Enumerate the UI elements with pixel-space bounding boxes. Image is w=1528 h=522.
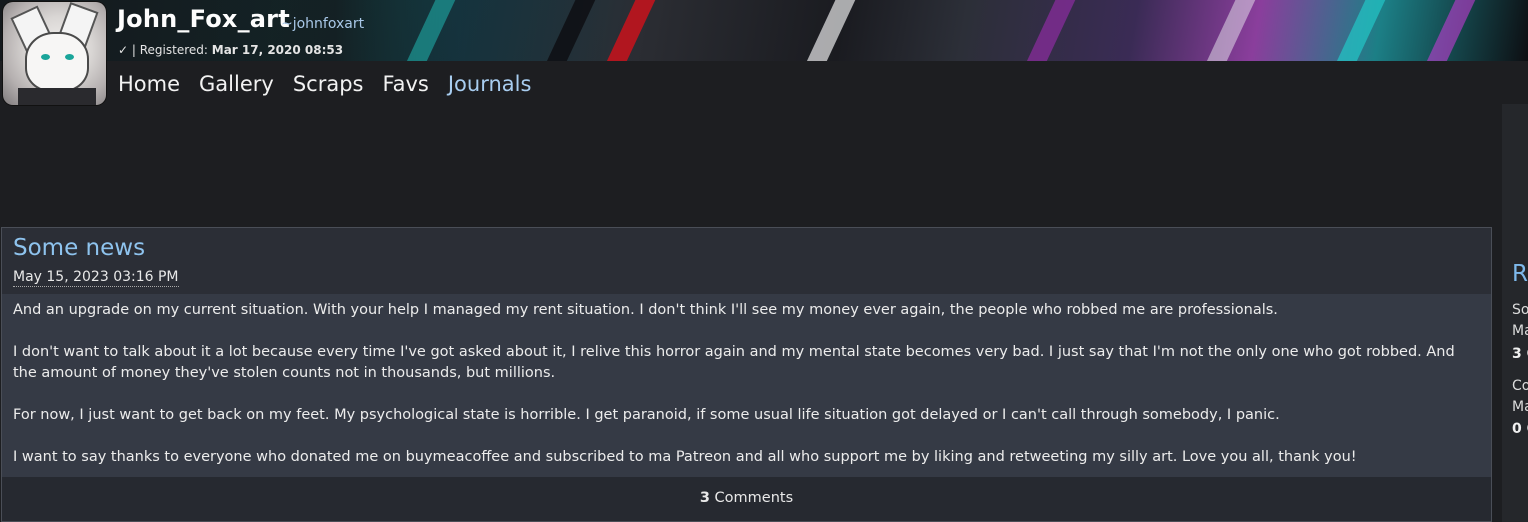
nav-scraps[interactable]: Scraps [293,72,364,102]
recent-journal-title[interactable]: Co [1512,378,1528,394]
comments-label: Comments [714,490,794,506]
profile-nav: Home Gallery Scraps Favs Journals [118,72,531,102]
banner-art [1421,0,1477,61]
journal-header: Some news May 15, 2023 03:16 PM [2,228,1491,294]
verified-check-icon: ✓ [118,43,129,57]
journal-paragraph: For now, I just want to get back on my f… [13,407,1280,423]
banner-art [601,0,657,61]
comments-link[interactable]: 3 Comments [2,490,1491,506]
nav-home[interactable]: Home [118,72,180,102]
avatar-eye [41,54,50,60]
journal-footer: 3 Comments [2,477,1491,521]
avatar-face [25,32,89,92]
recent-journal-comments[interactable]: 0 C [1512,421,1528,437]
recent-journal-date: Ma [1512,399,1528,415]
recent-journals-panel: Re So Ma 3 C Co Ma 0 C [1502,104,1528,522]
journal-title[interactable]: Some news [13,235,145,261]
banner-art [541,0,597,61]
journal-paragraph: I want to say thanks to everyone who don… [13,449,1357,465]
journal-card: Some news May 15, 2023 03:16 PM And an u… [1,227,1492,522]
user-handle: ~johnfoxart [281,16,365,32]
nav-journals[interactable]: Journals [448,72,532,102]
journal-paragraph: And an upgrade on my current situation. … [13,302,1278,318]
username[interactable]: John_Fox_art [117,5,290,33]
comment-count: 3 [699,490,710,506]
banner-art [1201,0,1257,61]
recent-journal-title[interactable]: So [1512,302,1528,318]
journal-paragraph: I don't want to talk about it a lot beca… [13,344,1455,381]
banner-art [401,0,457,61]
avatar[interactable] [3,2,106,105]
registration-info: ✓ | Registered: Mar 17, 2020 08:53 [118,43,343,57]
avatar-eye [65,54,74,60]
recent-journal-date: Ma [1512,323,1528,339]
recent-journal-comments[interactable]: 3 C [1512,346,1528,362]
avatar-collar [18,88,96,105]
journal-date: May 15, 2023 03:16 PM [13,269,179,287]
registered-date: Mar 17, 2020 08:53 [211,43,344,57]
banner-art [801,0,857,61]
registered-label: | Registered: [131,43,208,57]
banner-art [1021,0,1077,61]
nav-favs[interactable]: Favs [382,72,428,102]
journal-body: And an upgrade on my current situation. … [2,294,1491,477]
nav-gallery[interactable]: Gallery [199,72,274,102]
panel-title: Re [1512,261,1528,287]
banner-art [1331,0,1387,61]
